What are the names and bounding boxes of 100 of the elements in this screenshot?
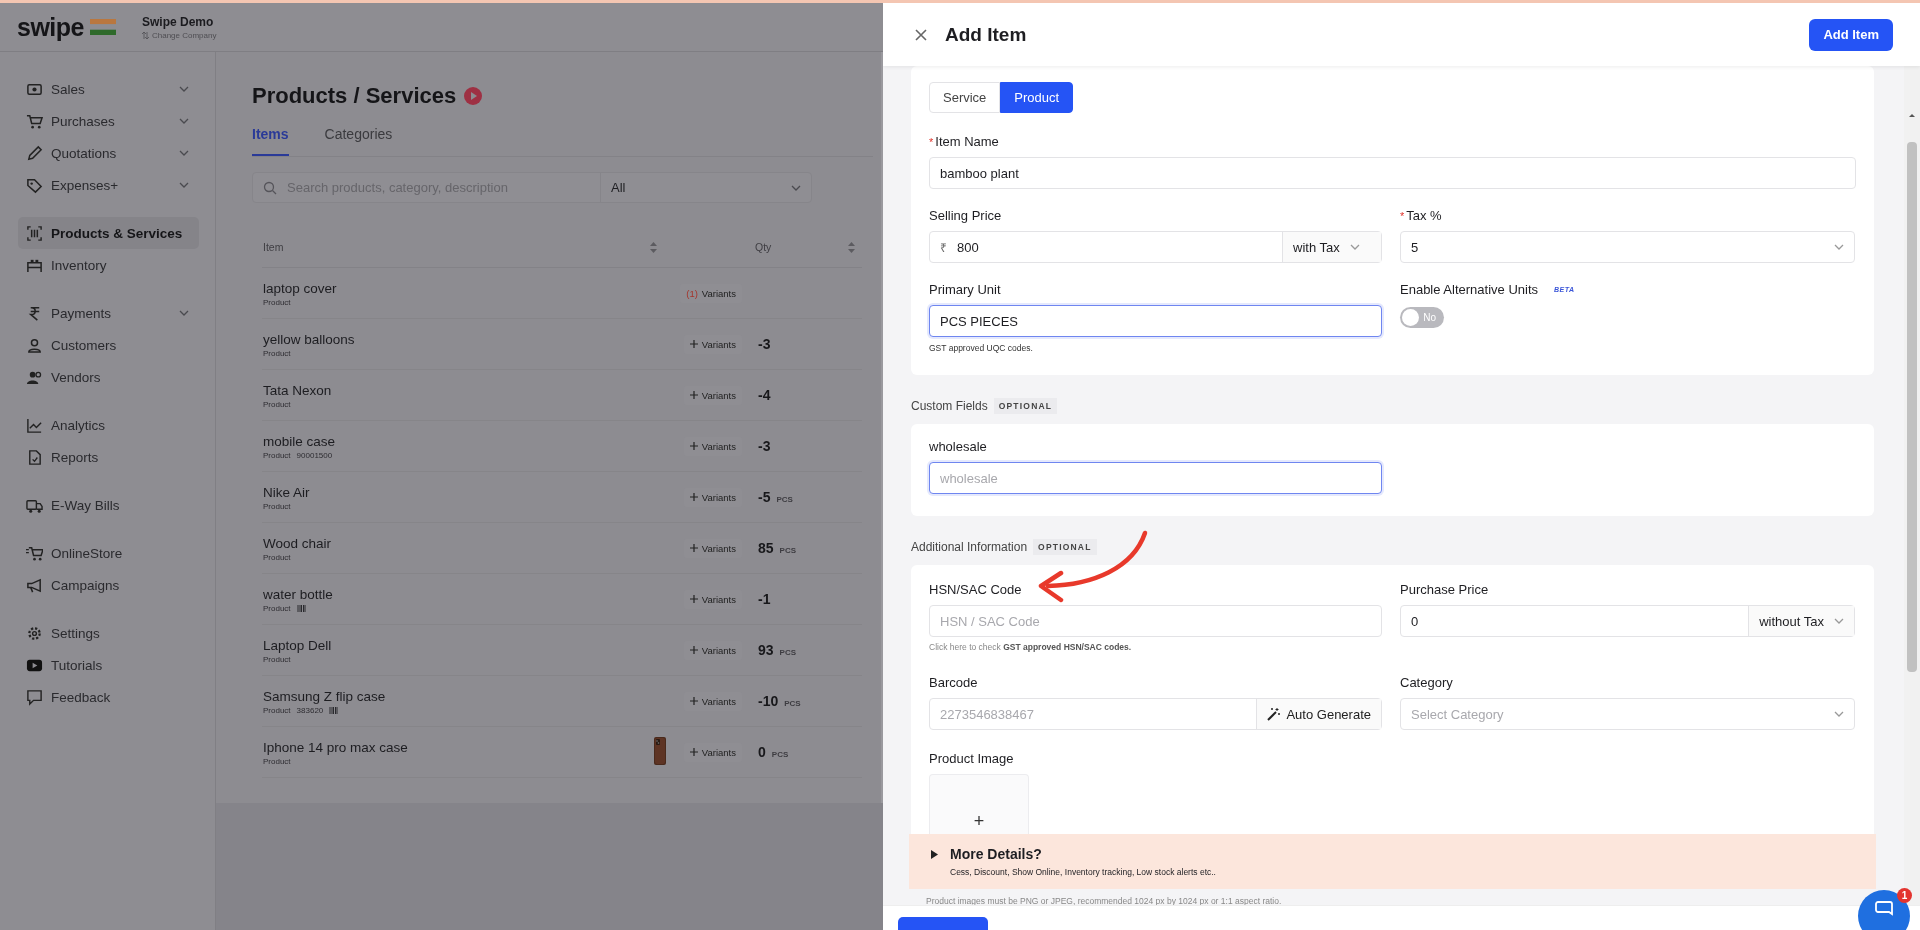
sidebar-item[interactable]: OnlineStore	[18, 537, 199, 569]
quantity: 93	[758, 642, 774, 658]
sidebar-label: E-Way Bills	[51, 497, 121, 513]
sidebar-label: Products & Services	[51, 225, 184, 241]
price-field[interactable]: 0 without Tax	[1400, 605, 1855, 637]
gear-icon	[26, 624, 43, 642]
barcode-field[interactable]: 2273546838467 Auto Generate	[929, 698, 1382, 730]
caret-icon	[931, 850, 938, 859]
flag-icon	[90, 19, 116, 35]
sidebar-label: Analytics	[51, 417, 107, 433]
item-name[interactable]: Laptop Dell	[263, 638, 332, 653]
sidebar-item[interactable]: Sales	[18, 73, 199, 105]
cart-icon	[26, 112, 43, 130]
sidebar-item[interactable]: Feedback	[18, 681, 199, 713]
tax-mode-select[interactable]: without Tax	[1748, 606, 1854, 636]
add-item-button[interactable]: Add Item	[1809, 18, 1893, 51]
plus-icon	[689, 442, 698, 451]
sidebar-item[interactable]: Expenses+	[18, 169, 199, 201]
sidebar-label: Inventory	[51, 257, 108, 273]
sidebar-label: Quotations	[51, 145, 118, 161]
more-details-title: More Details?	[950, 846, 1043, 862]
plus-icon	[689, 646, 698, 655]
field-label: HSN/SAC Code	[929, 581, 1023, 599]
sidebar-label: Vendors	[51, 369, 102, 385]
swap-icon	[142, 31, 149, 39]
sidebar-item[interactable]: Vendors	[18, 361, 199, 393]
item-name[interactable]: mobile case	[263, 434, 336, 449]
sort-icon[interactable]	[650, 241, 657, 253]
item-type: Product	[263, 349, 291, 358]
play-icon[interactable]	[464, 87, 483, 105]
item-name[interactable]: Tata Nexon	[263, 383, 332, 398]
field-label: Enable Alternative Units	[1400, 281, 1539, 299]
sidebar-item[interactable]: Customers	[18, 329, 199, 361]
quantity: -10	[758, 693, 779, 709]
input-field[interactable]: bamboo plant	[929, 157, 1856, 189]
sidebar-label: Sales	[51, 81, 86, 97]
item-type: Product	[263, 604, 291, 613]
column-header: Qty	[755, 241, 772, 253]
item-name[interactable]: yellow balloons	[263, 332, 355, 347]
input-field[interactable]: PCS PIECES	[929, 305, 1382, 337]
field-label: wholesale	[929, 438, 988, 456]
column-header: Item	[263, 241, 284, 253]
sort-icon[interactable]	[848, 241, 855, 253]
unit: PCS	[784, 699, 801, 708]
chevron-down-icon	[1834, 244, 1844, 250]
more-details-panel[interactable]: More Details? Cess, Discount, Show Online, Inventory tracking, Low stock alerts etc..	[909, 834, 1876, 889]
sidebar-item[interactable]: Inventory	[18, 249, 199, 281]
line-chart-icon	[26, 416, 43, 434]
sidebar-item[interactable]: Campaigns	[18, 569, 199, 601]
sidebar-label: Expenses+	[51, 177, 120, 193]
item-name[interactable]: laptop cover	[263, 281, 337, 296]
item-type: Product	[263, 451, 291, 460]
item-name[interactable]: water bottle	[263, 587, 333, 602]
plus-icon	[689, 493, 698, 502]
quantity: -3	[758, 438, 771, 454]
sidebar-item[interactable]: Reports	[18, 441, 199, 473]
magic-wand-icon	[1267, 707, 1281, 721]
sidebar-item[interactable]: Purchases	[18, 105, 199, 137]
scrollbar[interactable]	[1904, 66, 1920, 905]
plus-icon	[689, 340, 698, 349]
sidebar-item[interactable]: Analytics	[18, 409, 199, 441]
sidebar-item[interactable]: E-Way Bills	[18, 489, 199, 521]
sidebar-label: Feedback	[51, 689, 112, 705]
optional-badge: OPTIONAL	[1033, 539, 1097, 555]
close-icon[interactable]	[915, 28, 927, 41]
unit: PCS	[771, 750, 789, 759]
price-field[interactable]: ₹ 800 with Tax	[929, 231, 1382, 263]
tax-select[interactable]: 5	[1400, 231, 1855, 263]
sidebar-item[interactable]: Payments	[18, 297, 199, 329]
document-icon	[26, 448, 43, 466]
sidebar-item[interactable]: Quotations	[18, 137, 199, 169]
quantity: -5	[758, 489, 771, 505]
item-name[interactable]: Wood chair	[263, 536, 332, 551]
chevron-down-icon	[1834, 618, 1844, 624]
quantity: -3	[758, 336, 771, 352]
item-type: Product	[263, 757, 291, 766]
tab[interactable]: Items	[252, 124, 289, 156]
type-toggle-option[interactable]: Product	[1000, 82, 1074, 113]
item-name[interactable]: Samsung Z flip case	[263, 689, 386, 704]
plus-icon	[689, 748, 698, 757]
type-toggle-option[interactable]: Service	[929, 82, 1001, 113]
item-type: Product	[263, 553, 291, 562]
sidebar-label: Reports	[51, 449, 100, 465]
sidebar-item[interactable]: Products & Services	[18, 217, 199, 249]
sidebar-label: Payments	[51, 305, 113, 321]
item-name[interactable]: Iphone 14 pro max case	[263, 740, 408, 755]
sidebar-item[interactable]: Tutorials	[18, 649, 199, 681]
image-hint: Product images must be PNG or JPEG, recommended 1024 px by 1024 px or 1:1 aspect ratio.	[926, 896, 1283, 905]
auto-generate-button[interactable]: Auto Generate	[1256, 699, 1381, 729]
plus-icon	[689, 697, 698, 706]
tax-mode-select[interactable]: with Tax	[1282, 232, 1381, 262]
tab[interactable]: Categories	[324, 124, 393, 156]
item-name[interactable]: Nike Air	[263, 485, 310, 500]
chat-icon	[26, 688, 43, 706]
filter-select[interactable]: All	[600, 173, 801, 202]
logo[interactable]: swipe	[17, 12, 84, 42]
field-label: Category	[1400, 674, 1454, 692]
plus-icon	[689, 595, 698, 604]
sidebar-item[interactable]: Settings	[18, 617, 199, 649]
image-upload-button[interactable]: +	[929, 774, 1029, 834]
